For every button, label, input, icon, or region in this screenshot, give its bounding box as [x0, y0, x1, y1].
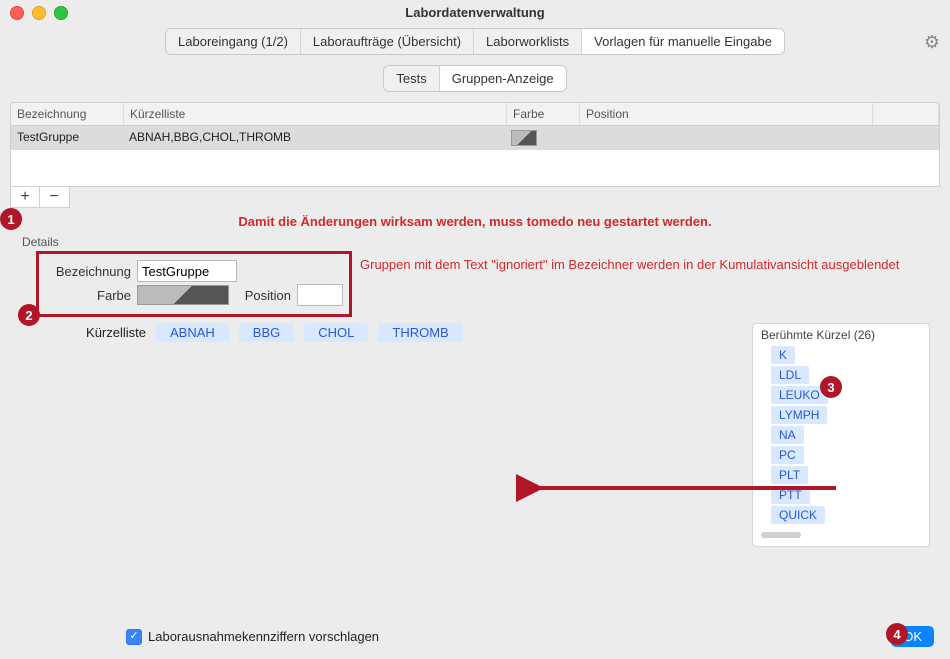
- tab-tests[interactable]: Tests: [384, 66, 439, 91]
- cell-position: [577, 126, 869, 150]
- famous-item[interactable]: LYMPH: [771, 406, 827, 424]
- close-icon[interactable]: [10, 6, 24, 20]
- label-farbe: Farbe: [45, 288, 131, 303]
- th-kuerzelliste[interactable]: Kürzelliste: [124, 103, 507, 125]
- callout-1: 1: [0, 208, 22, 230]
- checkbox-row: ✓ Laborausnahmekennziffern vorschlagen: [126, 629, 379, 645]
- secondary-tab-row: Tests Gruppen-Anzeige: [0, 59, 950, 92]
- token-thromb[interactable]: THROMB: [378, 323, 462, 342]
- tab-laborworklists[interactable]: Laborworklists: [474, 29, 582, 54]
- token-chol[interactable]: CHOL: [304, 323, 368, 342]
- dropzone[interactable]: [156, 348, 736, 558]
- cell-farbe: [505, 126, 577, 150]
- add-button[interactable]: +: [11, 187, 40, 207]
- primary-tab-row: Laboreingang (1/2) Laboraufträge (Übersi…: [0, 28, 950, 55]
- maximize-icon[interactable]: [54, 6, 68, 20]
- add-remove-bar: + −: [10, 187, 70, 208]
- famous-item[interactable]: PTT: [771, 486, 810, 504]
- tab-gruppen-anzeige[interactable]: Gruppen-Anzeige: [440, 66, 566, 91]
- cell-bezeichnung: TestGruppe: [11, 126, 123, 150]
- titlebar: Labordatenverwaltung: [0, 0, 950, 24]
- details-panel: Bezeichnung Farbe Position Gruppen mit d…: [36, 251, 930, 558]
- content: Bezeichnung Kürzelliste Farbe Position T…: [10, 102, 940, 558]
- kuerzel-row: Kürzelliste ABNAH BBG CHOL THROMB Berühm…: [36, 323, 930, 558]
- minimize-icon[interactable]: [32, 6, 46, 20]
- callout-2: 2: [18, 304, 40, 326]
- label-kuerzelliste: Kürzelliste: [36, 323, 146, 340]
- callout-3: 3: [820, 376, 842, 398]
- traffic-lights: [10, 6, 68, 20]
- color-swatch-icon: [511, 130, 537, 146]
- table-header: Bezeichnung Kürzelliste Farbe Position: [11, 103, 939, 126]
- details-section-label: Details: [22, 235, 940, 249]
- label-position: Position: [235, 288, 291, 303]
- details-highlight: Bezeichnung Farbe Position: [36, 251, 352, 317]
- famous-item[interactable]: K: [771, 346, 795, 364]
- th-position[interactable]: Position: [580, 103, 873, 125]
- famous-item[interactable]: LDL: [771, 366, 809, 384]
- table-body: TestGruppe ABNAH,BBG,CHOL,THROMB: [11, 126, 939, 186]
- famous-item[interactable]: PLT: [771, 466, 808, 484]
- tab-vorlagen-manuell[interactable]: Vorlagen für manuelle Eingabe: [582, 29, 784, 54]
- label-bezeichnung: Bezeichnung: [45, 264, 131, 279]
- selected-tokens: ABNAH BBG CHOL THROMB: [156, 323, 736, 342]
- checkbox-laborausnahme[interactable]: ✓: [126, 629, 142, 645]
- th-bezeichnung[interactable]: Bezeichnung: [11, 103, 124, 125]
- callout-4: 4: [886, 623, 908, 645]
- famous-title: Berühmte Kürzel (26): [761, 328, 921, 342]
- remove-button[interactable]: −: [40, 187, 68, 207]
- famous-item[interactable]: PC: [771, 446, 804, 464]
- tab-laboreingang[interactable]: Laboreingang (1/2): [166, 29, 301, 54]
- cell-kuerzelliste: ABNAH,BBG,CHOL,THROMB: [123, 126, 505, 150]
- scrollbar[interactable]: [761, 532, 801, 538]
- th-extra: [873, 103, 939, 125]
- gear-icon[interactable]: ⚙: [924, 32, 940, 53]
- color-picker[interactable]: [137, 285, 229, 305]
- famous-list[interactable]: K LDL LEUKO LYMPH NA PC PLT PTT QUICK: [761, 346, 921, 526]
- token-area: ABNAH BBG CHOL THROMB: [156, 323, 736, 558]
- input-bezeichnung[interactable]: [137, 260, 237, 282]
- primary-segmented: Laboreingang (1/2) Laboraufträge (Übersi…: [165, 28, 785, 55]
- token-bbg[interactable]: BBG: [239, 323, 294, 342]
- table-row[interactable]: TestGruppe ABNAH,BBG,CHOL,THROMB: [11, 126, 939, 150]
- window-title: Labordatenverwaltung: [405, 5, 544, 20]
- checkbox-label: Laborausnahmekennziffern vorschlagen: [148, 629, 379, 644]
- bottom-bar: ✓ Laborausnahmekennziffern vorschlagen O…: [0, 626, 950, 647]
- famous-panel: Berühmte Kürzel (26) K LDL LEUKO LYMPH N…: [752, 323, 930, 547]
- famous-item[interactable]: QUICK: [771, 506, 825, 524]
- famous-item[interactable]: NA: [771, 426, 804, 444]
- input-position[interactable]: [297, 284, 343, 306]
- tab-laborauftraege[interactable]: Laboraufträge (Übersicht): [301, 29, 474, 54]
- ignore-hint: Gruppen mit dem Text "ignoriert" im Beze…: [360, 251, 899, 272]
- token-abnah[interactable]: ABNAH: [156, 323, 229, 342]
- th-farbe[interactable]: Farbe: [507, 103, 580, 125]
- restart-warning: Damit die Änderungen wirksam werden, mus…: [10, 214, 940, 229]
- secondary-segmented: Tests Gruppen-Anzeige: [383, 65, 566, 92]
- groups-table: Bezeichnung Kürzelliste Farbe Position T…: [10, 102, 940, 187]
